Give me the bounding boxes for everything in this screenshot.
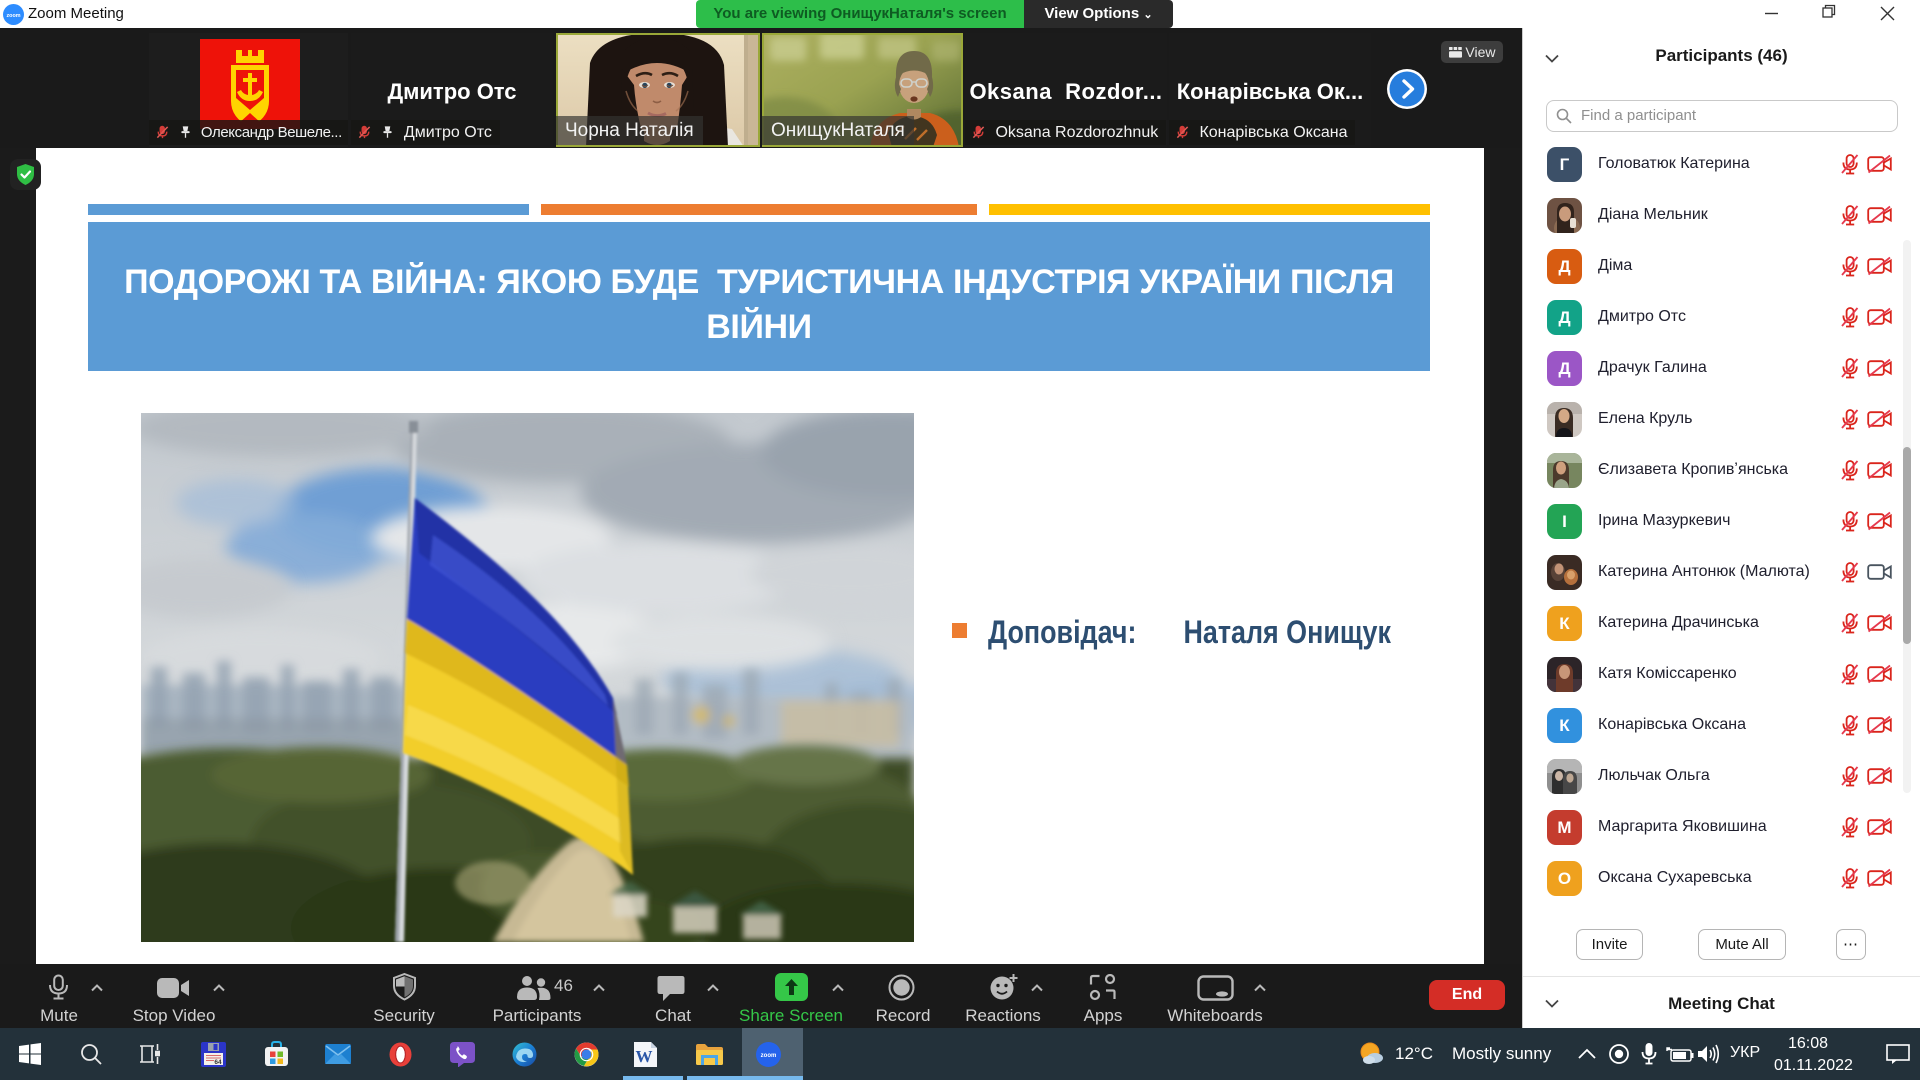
svg-text:64: 64 xyxy=(214,1059,222,1066)
svg-text:zoom: zoom xyxy=(6,13,20,19)
svg-text:zoom: zoom xyxy=(761,1053,777,1059)
svg-text:W: W xyxy=(636,1047,653,1066)
